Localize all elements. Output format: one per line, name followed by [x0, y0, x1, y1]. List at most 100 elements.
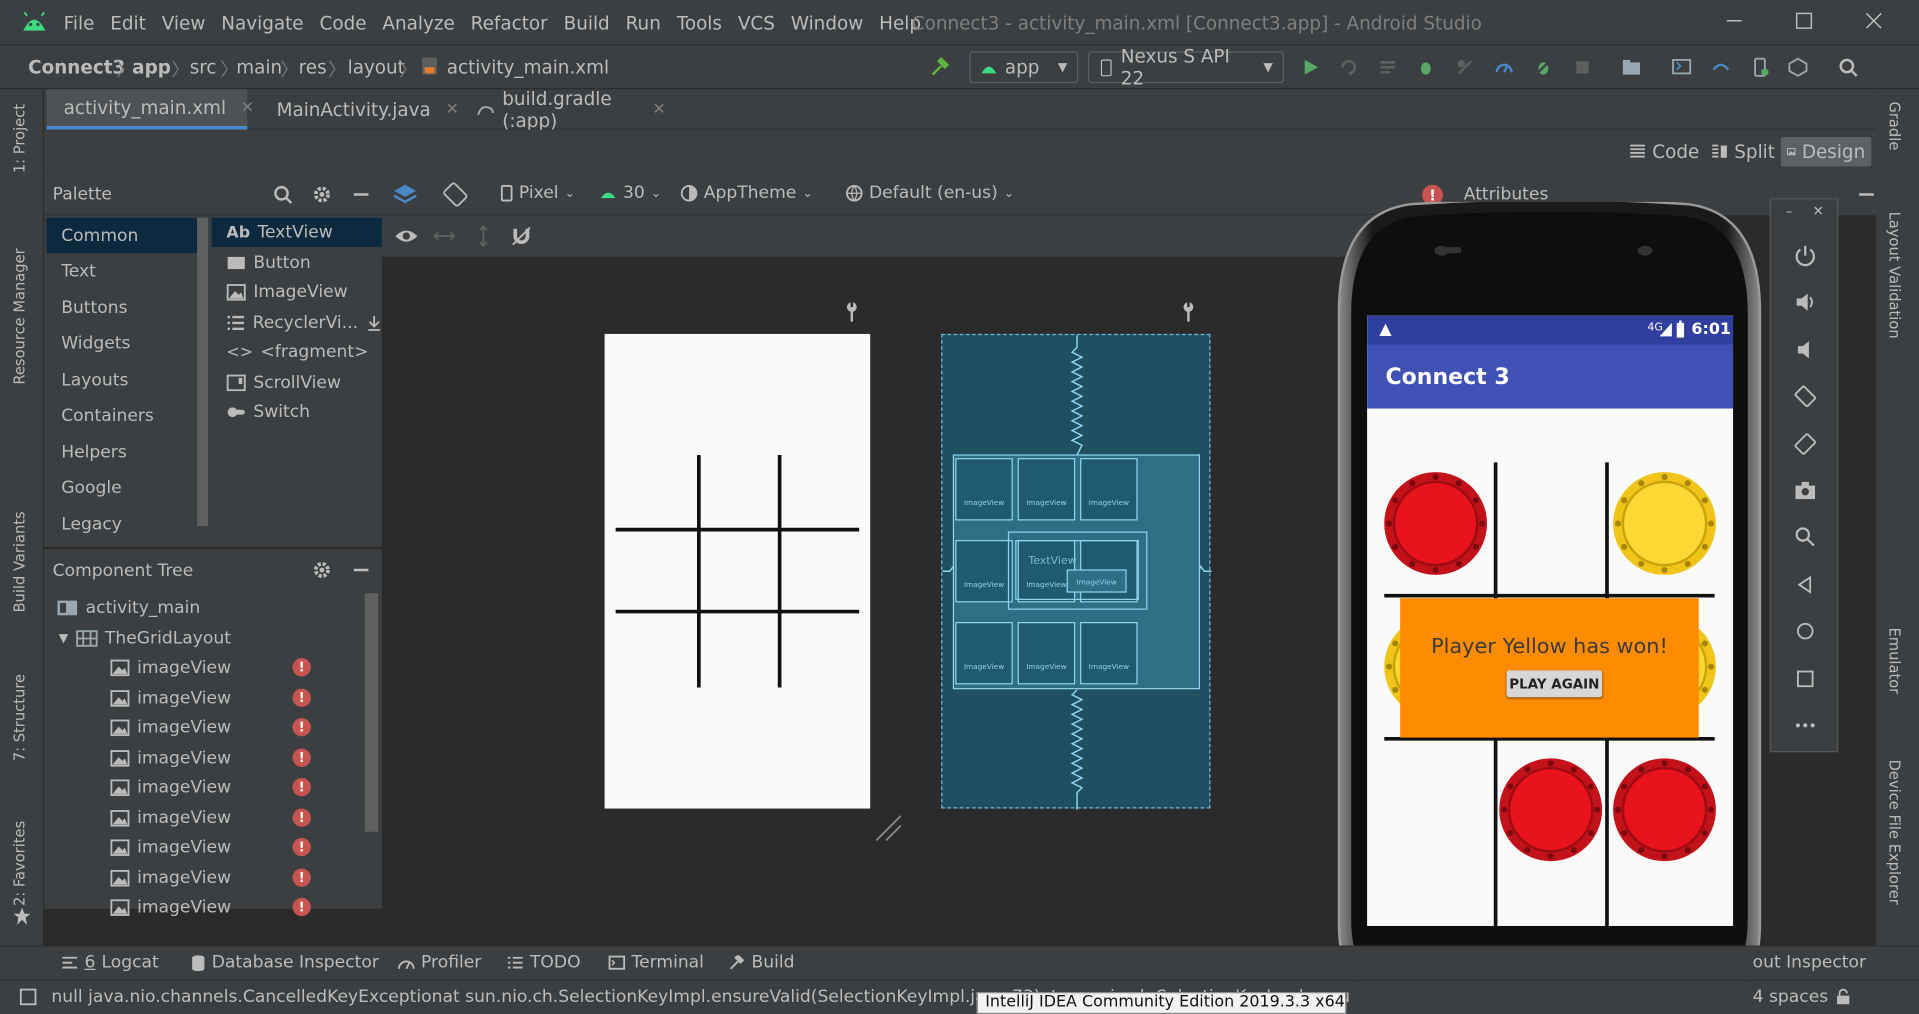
- palette-category-common[interactable]: Common: [46, 217, 206, 254]
- tab-mainactivity[interactable]: C MainActivity.java ✕: [259, 89, 459, 129]
- horizontal-arrows-icon[interactable]: [433, 226, 456, 246]
- zoom-icon[interactable]: [1793, 525, 1817, 549]
- breadcrumb-src[interactable]: src: [190, 56, 217, 78]
- sync-icon[interactable]: [1672, 57, 1692, 77]
- debug-icon[interactable]: [1416, 57, 1436, 77]
- phone-screen[interactable]: ▲ 4G 6:01 Connect 3 Player Yellow has wo…: [1367, 315, 1734, 926]
- tree-node-imageview[interactable]: imageView: [110, 653, 231, 682]
- gear-icon[interactable]: [312, 185, 332, 205]
- menu-view[interactable]: View: [162, 12, 206, 34]
- tree-node-imageview[interactable]: imageView: [110, 893, 231, 922]
- home-icon[interactable]: [1793, 619, 1817, 643]
- hide-icon[interactable]: [351, 185, 371, 205]
- indent-indicator[interactable]: 4 spaces: [1753, 987, 1829, 1007]
- palette-item-imageview[interactable]: ImageView: [212, 278, 382, 307]
- download-icon[interactable]: [365, 314, 381, 331]
- error-icon[interactable]: !: [292, 837, 311, 857]
- error-icon[interactable]: !: [292, 807, 311, 827]
- menu-vcs[interactable]: VCS: [738, 12, 775, 34]
- run-icon[interactable]: [1301, 57, 1321, 77]
- device-select[interactable]: Nexus S API 22 ▼: [1088, 45, 1284, 89]
- tool-resource-manager[interactable]: Resource Manager: [11, 248, 28, 384]
- tree-node-imageview[interactable]: imageView: [110, 713, 231, 742]
- maximize-icon[interactable]: [1794, 11, 1814, 31]
- more-icon[interactable]: [1793, 713, 1817, 737]
- tool-device-file-explorer[interactable]: Device File Explorer: [1886, 760, 1903, 905]
- palette-item-fragment[interactable]: <> <fragment>: [212, 338, 382, 367]
- palette-item-switch[interactable]: Switch: [212, 398, 382, 427]
- minimize-icon[interactable]: [1724, 11, 1744, 31]
- breadcrumb-main[interactable]: main: [236, 56, 282, 78]
- palette-category-layouts[interactable]: Layouts: [47, 362, 206, 397]
- blueprint-preview[interactable]: ImageView ImageView ImageView ImageView Ima…: [941, 333, 1212, 810]
- theme-select[interactable]: AppTheme ⌄: [680, 183, 813, 203]
- menu-run[interactable]: Run: [626, 12, 661, 34]
- menu-window[interactable]: Window: [791, 12, 863, 34]
- tool-database-inspector[interactable]: Database Inspector: [191, 953, 379, 972]
- palette-category-containers[interactable]: Containers: [47, 398, 206, 433]
- error-icon[interactable]: !: [292, 688, 311, 707]
- palette-category-widgets[interactable]: Widgets: [47, 325, 206, 360]
- close-icon[interactable]: ✕: [445, 100, 458, 118]
- hammer-icon[interactable]: [930, 57, 950, 77]
- rotate-left-icon[interactable]: [1793, 384, 1817, 408]
- tab-activity-main[interactable]: activity_main.xml ✕: [46, 89, 254, 130]
- tree-node-imageview[interactable]: imageView: [110, 743, 231, 772]
- magnet-off-icon[interactable]: [510, 225, 532, 247]
- breadcrumb-project[interactable]: Connect3: [28, 56, 125, 78]
- menu-code[interactable]: Code: [320, 12, 367, 34]
- eye-icon[interactable]: [394, 226, 418, 246]
- mode-design-button[interactable]: Design: [1780, 136, 1872, 167]
- tool-gradle[interactable]: Gradle: [1886, 102, 1903, 151]
- vertical-arrows-icon[interactable]: [474, 225, 494, 248]
- api-level-select[interactable]: 30 ⌄: [600, 183, 661, 203]
- tree-node-imageview[interactable]: imageView: [110, 773, 231, 802]
- orientation-icon[interactable]: [443, 182, 468, 207]
- device-preview-select[interactable]: Pixel ⌄: [500, 183, 575, 203]
- tool-favorites[interactable]: 2: Favorites: [11, 821, 28, 906]
- volume-down-icon[interactable]: [1793, 338, 1817, 362]
- palette-category-google[interactable]: Google: [47, 470, 206, 505]
- menu-build[interactable]: Build: [564, 12, 610, 34]
- tree-node-imageview[interactable]: imageView: [110, 803, 231, 832]
- rotate-right-icon[interactable]: [1793, 432, 1817, 456]
- close-icon[interactable]: ✕: [241, 98, 254, 116]
- tool-terminal[interactable]: Terminal: [608, 953, 704, 972]
- menu-navigate[interactable]: Navigate: [221, 12, 303, 34]
- tree-scrollbar[interactable]: [364, 593, 379, 832]
- camera-icon[interactable]: [1793, 478, 1817, 502]
- palette-category-scrollbar[interactable]: [197, 217, 209, 526]
- emulator-minimize-icon[interactable]: –: [1786, 203, 1793, 219]
- error-icon[interactable]: !: [292, 718, 311, 737]
- tool-profiler[interactable]: Profiler: [398, 953, 481, 972]
- volume-up-icon[interactable]: [1793, 290, 1817, 314]
- wrench-icon[interactable]: [844, 301, 859, 323]
- error-icon[interactable]: !: [292, 747, 311, 767]
- menu-file[interactable]: File: [64, 12, 95, 34]
- tree-node-activity-main[interactable]: activity_main: [56, 593, 200, 622]
- breadcrumb-layout[interactable]: layout: [348, 56, 405, 78]
- tool-structure[interactable]: 7: Structure: [11, 674, 28, 761]
- menu-refactor[interactable]: Refactor: [471, 12, 548, 34]
- tool-emulator[interactable]: Emulator: [1886, 628, 1903, 695]
- wrench-icon[interactable]: [1181, 301, 1196, 323]
- menu-tools[interactable]: Tools: [677, 12, 722, 34]
- expand-icon[interactable]: ▼: [59, 632, 68, 645]
- tool-build[interactable]: Build: [728, 953, 795, 972]
- panel-toggle-icon[interactable]: [19, 988, 37, 1006]
- hide-icon[interactable]: [1857, 185, 1877, 205]
- tool-build-variants[interactable]: Build Variants: [11, 511, 28, 612]
- tree-node-gridlayout[interactable]: ▼ TheGridLayout: [59, 624, 231, 653]
- power-icon[interactable]: [1793, 243, 1817, 267]
- attach-process-icon[interactable]: [1534, 57, 1554, 77]
- close-icon[interactable]: [1864, 11, 1884, 31]
- breadcrumb-res[interactable]: res: [299, 56, 327, 78]
- menu-edit[interactable]: Edit: [110, 12, 146, 34]
- close-icon[interactable]: ✕: [652, 100, 665, 118]
- profile-icon[interactable]: [1494, 57, 1514, 77]
- overview-icon[interactable]: [1793, 667, 1817, 691]
- tool-project[interactable]: 1: Project: [11, 104, 28, 173]
- error-icon[interactable]: !: [292, 867, 311, 887]
- tool-layout-validation[interactable]: Layout Validation: [1886, 212, 1903, 339]
- tree-node-imageview[interactable]: imageView: [110, 863, 231, 892]
